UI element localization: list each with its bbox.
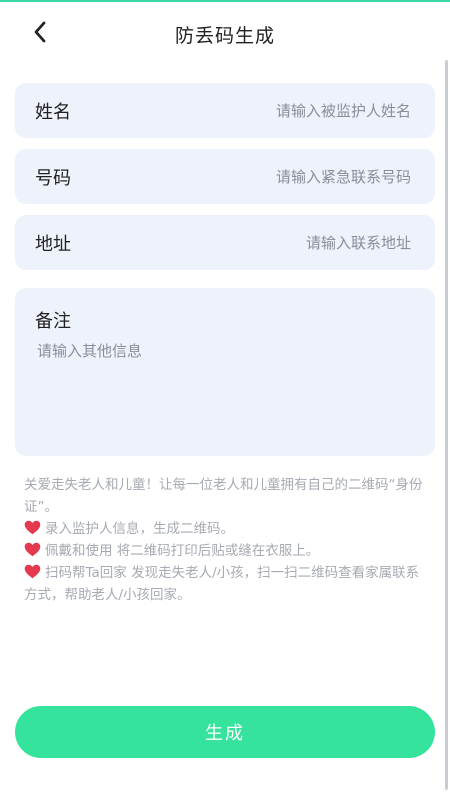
info-step: 佩戴和使用 将二维码打印后贴或缝在衣服上。	[24, 540, 426, 562]
note-textarea[interactable]	[37, 340, 417, 440]
heart-icon	[24, 564, 41, 579]
info-step: 录入监护人信息，生成二维码。	[24, 518, 426, 540]
heart-icon	[24, 542, 41, 557]
address-label: 地址	[35, 233, 71, 255]
info-step-text: 扫码帮Ta回家 发现走失老人/小孩，扫一扫二维码查看家属联系方式，帮助老人/小孩…	[24, 565, 420, 603]
info-step-text: 佩戴和使用 将二维码打印后贴或缝在衣服上。	[45, 543, 320, 559]
scrollbar[interactable]	[445, 60, 448, 790]
info-section: 关爱走失老人和儿童！让每一位老人和儿童拥有自己的二维码“身份证”。 录入监护人信…	[24, 474, 426, 606]
info-step-text: 录入监护人信息，生成二维码。	[45, 521, 234, 537]
phone-field: 号码	[15, 149, 435, 204]
header: 防丢码生成	[0, 2, 450, 60]
name-label: 姓名	[35, 101, 71, 123]
phone-input[interactable]	[189, 161, 413, 192]
name-input[interactable]	[189, 95, 413, 126]
name-field: 姓名	[15, 83, 435, 138]
info-intro: 关爱走失老人和儿童！让每一位老人和儿童拥有自己的二维码“身份证”。	[24, 477, 423, 515]
info-step: 扫码帮Ta回家 发现走失老人/小孩，扫一扫二维码查看家属联系方式，帮助老人/小孩…	[24, 562, 426, 606]
page-title: 防丢码生成	[174, 25, 275, 47]
note-label: 备注	[35, 311, 71, 332]
address-input[interactable]	[189, 227, 413, 258]
generate-button[interactable]: 生成	[15, 706, 435, 758]
phone-label: 号码	[35, 167, 71, 189]
heart-icon	[24, 520, 41, 535]
address-field: 地址	[15, 215, 435, 270]
note-field: 备注	[15, 288, 435, 456]
